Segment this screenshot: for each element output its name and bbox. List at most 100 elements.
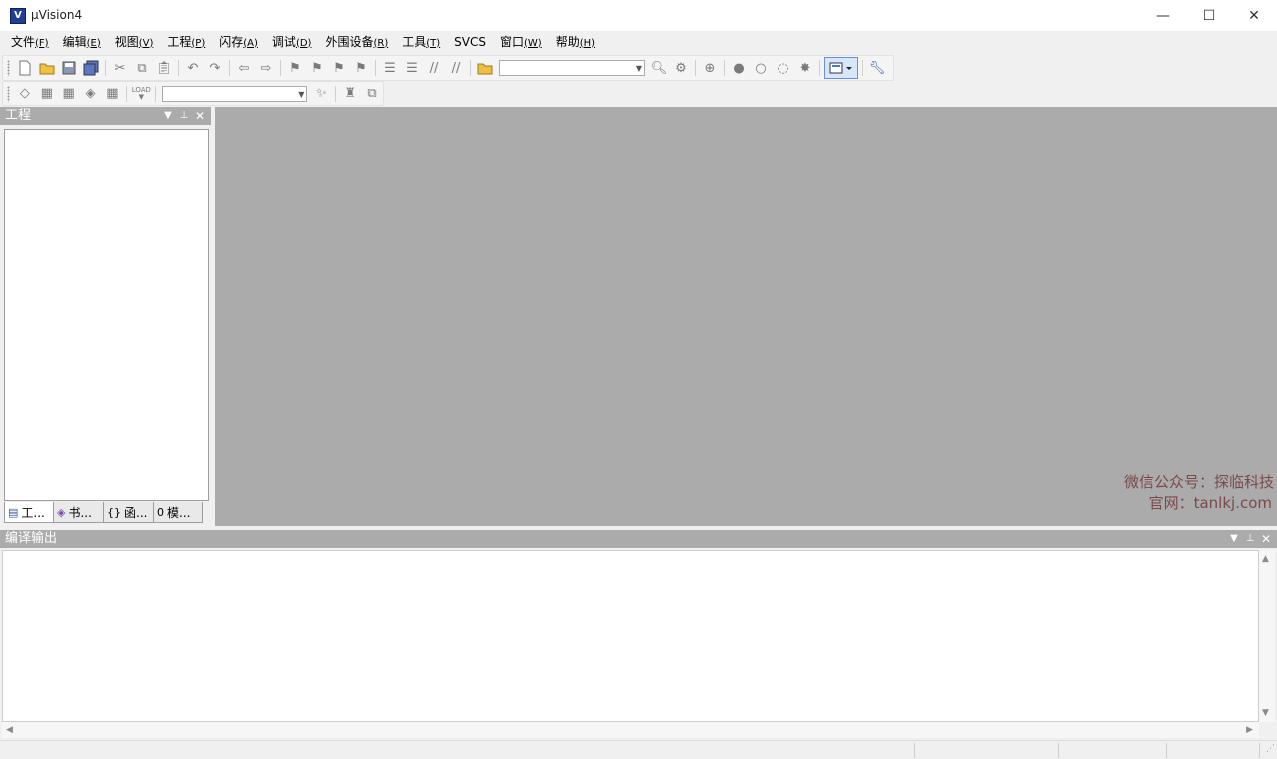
find-in-files-icon[interactable] [475, 58, 495, 78]
redo-icon[interactable]: ↷ [205, 58, 225, 78]
rebuild-icon[interactable]: ▦ [59, 84, 79, 104]
chevron-down-icon[interactable]: ▼ [1227, 530, 1241, 548]
menu-window[interactable]: 窗口(W) [493, 31, 549, 55]
find-icon[interactable]: 🔍︎ [649, 58, 669, 78]
bookmark-clear-icon[interactable]: ⚑ [351, 58, 371, 78]
bookmark-prev-icon[interactable]: ⚑ [307, 58, 327, 78]
scroll-right-icon[interactable]: ▶ [1246, 725, 1253, 735]
navigate-back-icon[interactable]: ⇦ [234, 58, 254, 78]
toolbar-separator [695, 60, 696, 76]
window-title: µVision4 [31, 8, 83, 22]
navigate-forward-icon[interactable]: ⇨ [256, 58, 276, 78]
chevron-down-icon: ▼ [298, 89, 305, 99]
scroll-up-icon[interactable]: ▲ [1262, 554, 1269, 564]
toolbar-separator [819, 60, 820, 76]
open-folder-icon[interactable] [37, 58, 57, 78]
status-divider [1058, 743, 1059, 758]
debug-session-icon[interactable]: ⊕ [700, 58, 720, 78]
target-select-combo[interactable]: ▼ [162, 85, 308, 102]
toolbar-separator [105, 60, 106, 76]
tab-templates[interactable]: 0 模... [153, 502, 203, 523]
translate-icon[interactable]: ◇ [15, 84, 35, 104]
toolbar-separator [470, 60, 471, 76]
menu-view[interactable]: 视图(V) [108, 31, 161, 55]
breakpoint-disable-icon[interactable]: ○ [751, 58, 771, 78]
toolbar-separator [126, 85, 128, 102]
paste-icon[interactable]: 📋︎ [154, 58, 174, 78]
find-combo[interactable]: ▼ [499, 60, 645, 76]
build-output-title: 编译输出 [5, 531, 58, 546]
close-icon[interactable]: ✕ [1259, 530, 1273, 548]
build-toolbar: ◇ ▦ ▦ ◈ ▦ LOAD ▼ ▼ ✨︎ ♜ ⧉ [2, 81, 384, 106]
menu-project[interactable]: 工程(P) [160, 31, 212, 55]
pin-icon[interactable]: ⊥ [1243, 530, 1257, 548]
indent-icon[interactable]: ☰ [380, 58, 400, 78]
bookmark-next-icon[interactable]: ⚑ [329, 58, 349, 78]
close-icon[interactable]: ✕ [193, 107, 207, 125]
maximize-button[interactable]: ☐ [1186, 0, 1232, 31]
resize-grip-icon[interactable]: ⋰ [1266, 744, 1275, 754]
watermark-line-2: 官网：tanlkj.com [1148, 494, 1272, 512]
breakpoint-icon[interactable]: ● [729, 58, 749, 78]
comment-icon[interactable]: // [424, 58, 444, 78]
copy-icon[interactable]: ⧉ [132, 58, 152, 78]
download-icon[interactable]: LOAD ▼ [131, 84, 151, 104]
save-all-icon[interactable] [81, 58, 101, 78]
toolbar-grip[interactable] [7, 85, 10, 102]
toolbar-separator [178, 60, 179, 76]
project-panel-header: 工程 ▼ ⊥ ✕ [0, 107, 211, 125]
configure-icon[interactable]: 🔧︎ [867, 58, 887, 78]
horizontal-scrollbar[interactable]: ◀ ▶ [2, 722, 1259, 738]
cut-icon[interactable]: ✂ [110, 58, 130, 78]
menu-peripherals[interactable]: 外围设备(R) [318, 31, 395, 55]
bookmark-icon[interactable]: ⚑ [285, 58, 305, 78]
batch-build-icon[interactable]: ◈ [81, 84, 101, 104]
new-file-icon[interactable] [15, 58, 35, 78]
scroll-left-icon[interactable]: ◀ [6, 725, 13, 735]
menu-edit[interactable]: 编辑(E) [56, 31, 108, 55]
status-divider [1259, 743, 1260, 758]
toolbar-grip[interactable] [7, 60, 10, 76]
menu-file[interactable]: 文件(F) [4, 31, 56, 55]
status-bar: ⋰ [0, 740, 1277, 759]
chevron-down-icon[interactable]: ▼ [161, 107, 175, 125]
minimize-button[interactable]: — [1140, 0, 1186, 31]
project-panel-title: 工程 [5, 108, 32, 123]
breakpoint-disable-all-icon[interactable]: ◌ [773, 58, 793, 78]
tab-functions[interactable]: {} 函... [103, 502, 154, 523]
menu-svcs[interactable]: SVCS [447, 31, 493, 54]
app-logo-icon: V [10, 8, 26, 24]
undo-icon[interactable]: ↶ [183, 58, 203, 78]
window-select-icon[interactable] [824, 57, 858, 79]
uncomment-icon[interactable]: // [446, 58, 466, 78]
pin-icon[interactable]: ⊥ [177, 107, 191, 125]
unindent-icon[interactable]: ☰ [402, 58, 422, 78]
tab-books[interactable]: ◈ 书... [53, 502, 104, 523]
manage-components-icon[interactable]: ⧉ [362, 84, 382, 104]
menu-debug[interactable]: 调试(D) [265, 31, 319, 55]
breakpoint-kill-all-icon[interactable]: ✸ [795, 58, 815, 78]
tab-project[interactable]: ▤ 工... [4, 502, 54, 523]
build-output-text[interactable] [2, 550, 1259, 722]
target-options-icon[interactable]: ✨︎ [311, 84, 331, 104]
scroll-down-icon[interactable]: ▼ [1262, 708, 1269, 718]
toolbar-separator [862, 60, 863, 76]
stop-build-icon[interactable]: ▦ [102, 84, 122, 104]
file-extensions-icon[interactable]: ♜ [340, 84, 360, 104]
project-tree[interactable] [4, 129, 209, 501]
menu-help[interactable]: 帮助(H) [549, 31, 602, 55]
templates-tab-icon: 0 [157, 505, 164, 519]
toolbar-separator [280, 60, 281, 76]
vertical-scrollbar[interactable]: ▲ ▼ [1259, 550, 1275, 722]
menu-bar: 文件(F) 编辑(E) 视图(V) 工程(P) 闪存(A) 调试(D) 外围设备… [0, 31, 1277, 54]
build-icon[interactable]: ▦ [37, 84, 57, 104]
close-button[interactable]: ✕ [1231, 0, 1277, 31]
toolbar-separator [724, 60, 725, 76]
editor-area[interactable]: 微信公众号：探临科技 官网：tanlkj.com [215, 107, 1277, 526]
menu-tools[interactable]: 工具(T) [395, 31, 447, 55]
menu-flash[interactable]: 闪存(A) [212, 31, 265, 55]
incremental-find-icon[interactable]: ⚙ [671, 58, 691, 78]
watermark-line-1: 微信公众号：探临科技 [1123, 473, 1274, 491]
save-icon[interactable] [59, 58, 79, 78]
build-output-header: 编译输出 ▼ ⊥ ✕ [0, 530, 1277, 548]
